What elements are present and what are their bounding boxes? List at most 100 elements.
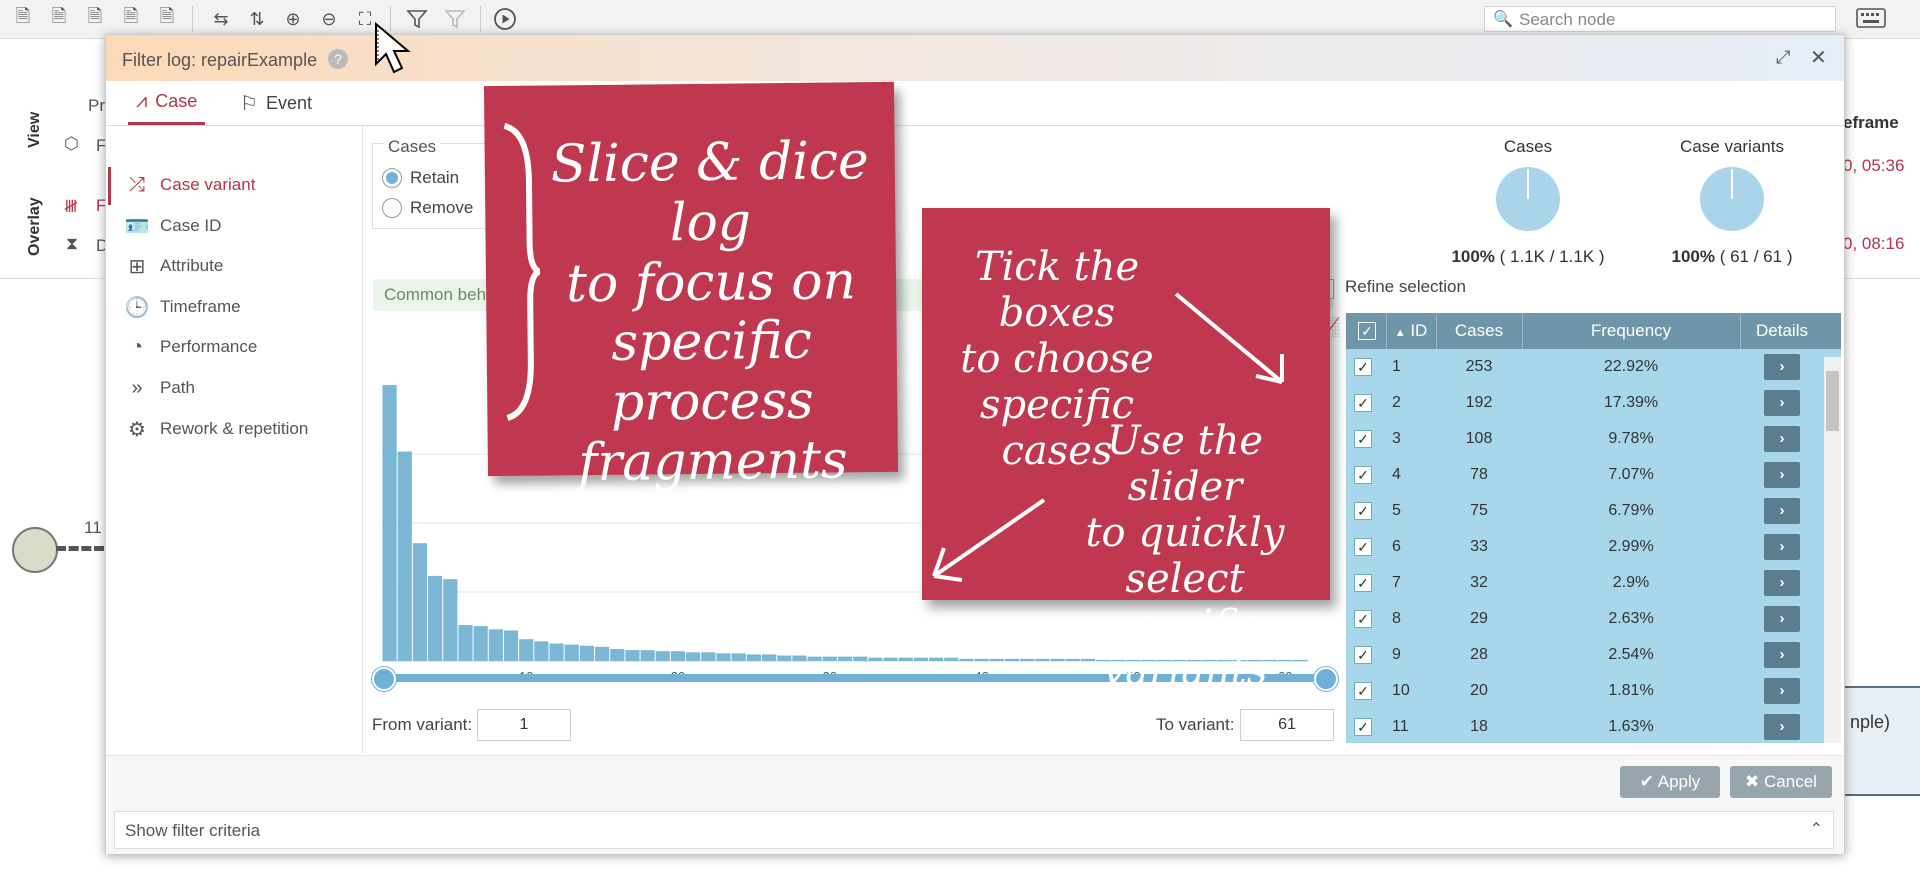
sidebar-item-case-variant[interactable]: ⤮ Case variant [124, 170, 255, 200]
sidebar-item-timeframe[interactable]: 🕒 Timeframe [124, 292, 241, 322]
details-button[interactable]: › [1764, 534, 1800, 560]
zoom-out-icon[interactable]: ⊖ [316, 6, 342, 32]
table-row[interactable]: ✓ 1 253 22.92% › [1346, 349, 1824, 386]
table-row[interactable]: ✓ 6 33 2.99% › [1346, 529, 1824, 566]
histogram-bar[interactable] [625, 650, 640, 661]
apply-button[interactable]: ✔ Apply [1620, 766, 1720, 798]
cancel-button[interactable]: ✖ Cancel [1730, 766, 1832, 798]
histogram-bar[interactable] [519, 639, 534, 661]
histogram-bar[interactable] [853, 656, 868, 661]
row-checkbox[interactable]: ✓ [1354, 358, 1372, 376]
histogram-bar[interactable] [792, 655, 807, 661]
layout-horizontal-icon[interactable]: ⇆ [208, 6, 234, 32]
select-all-checkbox[interactable]: ✓ [1346, 313, 1387, 349]
histogram-bar[interactable] [989, 658, 1004, 661]
export-pdf-icon[interactable]: 🗎 [82, 6, 108, 32]
histogram-bar[interactable] [488, 629, 503, 661]
row-checkbox[interactable]: ✓ [1354, 394, 1372, 412]
table-row[interactable]: ✓ 11 18 1.63% › [1346, 709, 1824, 743]
histogram-bar[interactable] [458, 625, 473, 661]
keyboard-icon[interactable] [1856, 8, 1886, 28]
histogram-bar[interactable] [595, 646, 610, 661]
table-row[interactable]: ✓ 3 108 9.78% › [1346, 421, 1824, 458]
table-row[interactable]: ✓ 4 78 7.07% › [1346, 457, 1824, 494]
histogram-bar[interactable] [428, 575, 443, 661]
histogram-bar[interactable] [974, 658, 989, 661]
details-button[interactable]: › [1764, 498, 1800, 524]
histogram-bar[interactable] [716, 653, 731, 661]
histogram-bar[interactable] [959, 658, 974, 661]
layout-vertical-icon[interactable]: ⇅ [244, 6, 270, 32]
histogram-bar[interactable] [822, 656, 837, 661]
column-header-cases[interactable]: Cases [1436, 313, 1523, 349]
histogram-bar[interactable] [610, 649, 625, 661]
search-input[interactable]: 🔍 Search node [1484, 6, 1836, 32]
histogram-bar[interactable] [412, 543, 428, 661]
histogram-bar[interactable] [655, 651, 670, 661]
table-row[interactable]: ✓ 8 29 2.63% › [1346, 601, 1824, 638]
retain-radio[interactable] [382, 168, 402, 188]
export-svg-icon[interactable]: 🗎 [154, 6, 180, 32]
histogram-bar[interactable] [564, 644, 579, 661]
details-button[interactable]: › [1764, 390, 1800, 416]
histogram-bar[interactable] [1035, 658, 1050, 661]
histogram-bar[interactable] [762, 654, 777, 661]
histogram-bar[interactable] [503, 630, 519, 661]
sidebar-item-rework[interactable]: ⚙ Rework & repetition [124, 414, 308, 444]
histogram-bar[interactable] [1020, 658, 1035, 661]
sidebar-item-path[interactable]: » Path [124, 373, 195, 403]
show-filter-criteria-toggle[interactable]: Show filter criteria ⌃ [114, 811, 1834, 849]
histogram-bar[interactable] [579, 645, 595, 661]
details-button[interactable]: › [1764, 354, 1800, 380]
details-button[interactable]: › [1764, 606, 1800, 632]
row-checkbox[interactable]: ✓ [1354, 502, 1372, 520]
details-button[interactable]: › [1764, 462, 1800, 488]
sidebar-item-attribute[interactable]: ⊞ Attribute [124, 251, 224, 281]
table-row[interactable]: ✓ 2 192 17.39% › [1346, 385, 1824, 422]
histogram-bar[interactable] [928, 657, 944, 661]
histogram-bar[interactable] [837, 656, 853, 661]
histogram-bar[interactable] [701, 652, 716, 661]
table-row[interactable]: ✓ 7 32 2.9% › [1346, 565, 1824, 602]
start-node[interactable] [12, 527, 58, 573]
histogram-bar[interactable] [473, 626, 488, 661]
row-checkbox[interactable]: ✓ [1354, 466, 1372, 484]
tab-event[interactable]: ⚐ Event [240, 81, 312, 125]
scrollbar-thumb[interactable] [1826, 371, 1839, 431]
row-checkbox[interactable]: ✓ [1354, 538, 1372, 556]
remove-radio[interactable] [382, 198, 402, 218]
histogram-bar[interactable] [777, 655, 792, 661]
zoom-in-icon[interactable]: ⊕ [280, 6, 306, 32]
histogram-bar[interactable] [686, 652, 701, 661]
histogram-bar[interactable] [670, 651, 686, 661]
histogram-bar[interactable] [944, 657, 959, 661]
slider-handle-from[interactable] [372, 667, 396, 691]
clear-filter-icon[interactable] [442, 6, 468, 32]
details-button[interactable]: › [1764, 678, 1800, 704]
table-row[interactable]: ✓ 10 20 1.81% › [1346, 673, 1824, 710]
sidebar-item-case-id[interactable]: 🪪 Case ID [124, 211, 222, 241]
histogram-bar[interactable] [640, 650, 655, 661]
histogram-bar[interactable] [549, 643, 564, 661]
maximize-icon[interactable]: ⤢ [1776, 47, 1790, 68]
histogram-bar[interactable] [382, 385, 397, 661]
details-button[interactable]: › [1764, 570, 1800, 596]
help-icon[interactable]: ? [328, 49, 348, 69]
column-header-frequency[interactable]: Frequency [1522, 313, 1741, 349]
to-variant-input[interactable]: 61 [1240, 709, 1334, 741]
histogram-bar[interactable] [1004, 658, 1020, 661]
details-button[interactable]: › [1764, 714, 1800, 740]
row-checkbox[interactable]: ✓ [1354, 610, 1372, 628]
sidebar-item-performance[interactable]: ◔ Performance [124, 332, 257, 362]
histogram-bar[interactable] [883, 657, 898, 661]
row-checkbox[interactable]: ✓ [1354, 430, 1372, 448]
tab-case[interactable]: ⩘ Case [128, 81, 206, 125]
histogram-bar[interactable] [534, 641, 549, 661]
histogram-bar[interactable] [913, 657, 928, 661]
table-row[interactable]: ✓ 9 28 2.54% › [1346, 637, 1824, 674]
close-icon[interactable]: ✕ [1810, 45, 1827, 70]
histogram-bar[interactable] [868, 657, 883, 661]
export-png-icon[interactable]: 🗎 [118, 6, 144, 32]
histogram-bar[interactable] [898, 657, 913, 661]
histogram-bar[interactable] [731, 653, 746, 661]
